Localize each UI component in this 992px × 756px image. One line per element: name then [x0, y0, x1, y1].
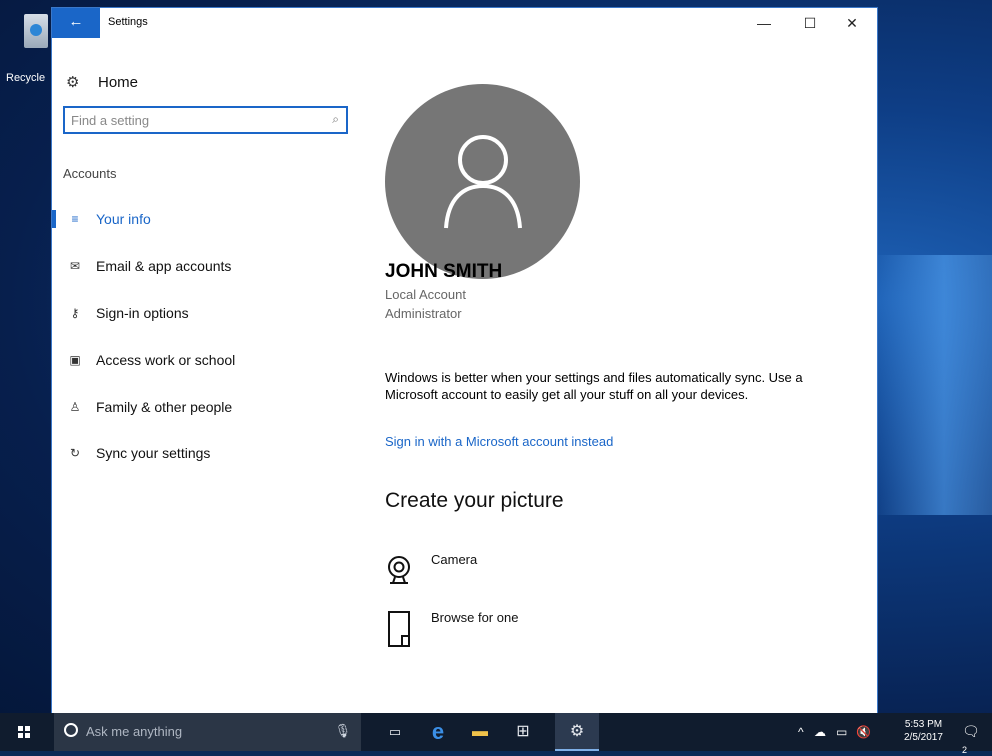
onedrive-icon[interactable]: ☁: [814, 725, 826, 739]
clock[interactable]: 5:53 PM 2/5/2017: [904, 718, 943, 744]
create-picture-heading: Create your picture: [385, 489, 564, 512]
cortana-search-box[interactable]: Ask me anything 🎙: [54, 713, 361, 751]
volume-muted-icon[interactable]: 🔇: [856, 725, 871, 739]
sidebar-item-email[interactable]: ✉ Email & app accounts: [52, 251, 364, 281]
cortana-placeholder: Ask me anything: [86, 724, 183, 739]
sidebar-item-family[interactable]: ♙ Family & other people: [52, 392, 364, 422]
user-name: JOHN SMITH: [385, 261, 503, 282]
start-button[interactable]: [0, 713, 46, 751]
sidebar-item-label: Sync your settings: [96, 445, 211, 461]
briefcase-icon: ▣: [69, 353, 81, 367]
windows-logo-icon: [18, 726, 30, 738]
action-center-icon[interactable]: 🗨2: [962, 723, 982, 755]
clock-date: 2/5/2017: [904, 732, 943, 743]
document-icon: [388, 611, 410, 647]
person-add-icon: ♙: [69, 400, 81, 414]
sidebar-item-sync[interactable]: ↻ Sync your settings: [52, 438, 364, 468]
avatar: [385, 84, 580, 279]
settings-window: ← Settings — ☐ ✕ ⚙ Home ⌕ Accounts ≡ You…: [52, 8, 877, 713]
settings-taskbar-icon[interactable]: ⚙: [555, 713, 599, 751]
camera-option[interactable]: Camera: [385, 550, 635, 598]
maximize-button[interactable]: ☐: [790, 12, 830, 34]
back-button[interactable]: ←: [52, 8, 100, 38]
account-role: Administrator: [385, 306, 462, 321]
gear-icon: ⚙: [66, 74, 80, 91]
sync-description: Windows is better when your settings and…: [385, 370, 803, 402]
recycle-bin-icon: [24, 14, 48, 48]
sidebar-item-label: Sign-in options: [96, 305, 189, 321]
sync-icon: ↻: [69, 446, 81, 460]
microphone-icon[interactable]: 🎙: [334, 723, 351, 739]
tray-chevron-icon[interactable]: ^: [798, 725, 804, 739]
sidebar-home[interactable]: ⚙ Home: [66, 72, 138, 92]
minimize-button[interactable]: —: [744, 12, 784, 34]
taskbar: Ask me anything 🎙 ▭ e ▬ ⊞ ⚙ ^ ☁ ▭ 🔇 5:53…: [0, 713, 992, 755]
recycle-bin[interactable]: Recycle: [6, 10, 56, 84]
microsoft-account-link[interactable]: Sign in with a Microsoft account instead: [385, 434, 613, 449]
key-icon: ⚷: [70, 306, 80, 320]
window-title: Settings: [108, 16, 148, 28]
webcam-icon: [388, 556, 410, 584]
camera-label: Camera: [431, 552, 478, 567]
envelope-icon: ✉: [69, 259, 81, 273]
person-card-icon: ≡: [71, 212, 79, 226]
edge-browser-icon[interactable]: e: [418, 713, 458, 751]
task-view-icon[interactable]: ▭: [375, 713, 415, 751]
sidebar-item-label: Email & app accounts: [96, 258, 232, 274]
user-silhouette-icon: [444, 135, 522, 229]
clock-time: 5:53 PM: [904, 719, 943, 730]
sidebar-item-label: Access work or school: [96, 352, 236, 368]
desktop-light-beam: [872, 255, 992, 515]
close-button[interactable]: ✕: [832, 12, 872, 34]
store-icon[interactable]: ⊞: [503, 713, 543, 751]
sidebar-item-your-info[interactable]: ≡ Your info: [52, 204, 364, 234]
sidebar-item-label: Family & other people: [96, 399, 233, 415]
network-icon[interactable]: ▭: [836, 725, 847, 739]
home-label: Home: [98, 73, 139, 91]
browse-option[interactable]: Browse for one: [385, 608, 635, 656]
search-box[interactable]: ⌕: [63, 106, 348, 134]
search-icon[interactable]: ⌕: [332, 112, 339, 127]
file-explorer-icon[interactable]: ▬: [460, 713, 500, 751]
main-content: JOHN SMITH Local Account Administrator W…: [364, 38, 877, 713]
sidebar-item-label: Your info: [96, 211, 151, 227]
recycle-bin-label: Recycle: [6, 72, 46, 84]
active-indicator: [52, 210, 56, 228]
title-bar: ← Settings — ☐ ✕: [52, 8, 877, 38]
section-heading: Accounts: [63, 166, 117, 181]
cortana-circle-icon: [64, 723, 78, 737]
sidebar: ⚙ Home ⌕ Accounts ≡ Your info ✉ Email & …: [52, 38, 364, 713]
sidebar-item-work[interactable]: ▣ Access work or school: [52, 345, 364, 375]
notification-count: 2: [962, 745, 968, 755]
browse-label: Browse for one: [431, 610, 519, 625]
search-input[interactable]: [71, 111, 316, 129]
account-type: Local Account: [385, 287, 466, 302]
sidebar-item-sign-in[interactable]: ⚷ Sign-in options: [52, 298, 364, 328]
